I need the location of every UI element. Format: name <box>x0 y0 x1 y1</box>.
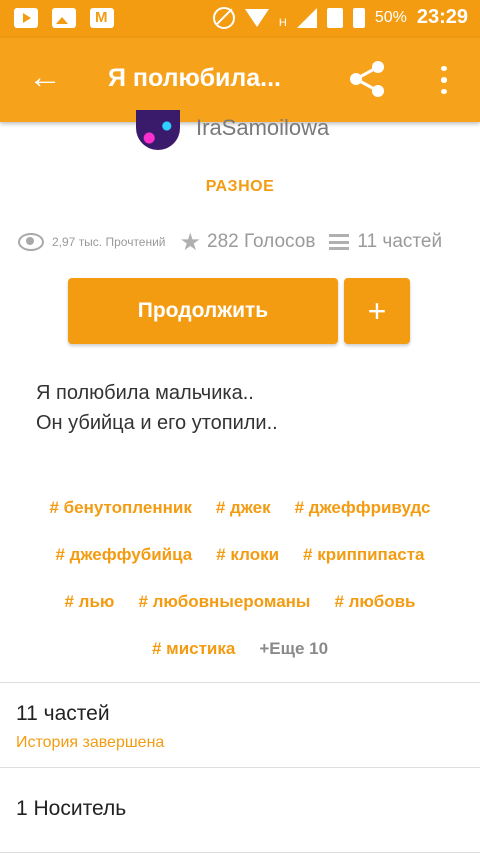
tag[interactable]: # любовь <box>334 592 415 612</box>
app-bar: ← Я полюбила... <box>0 38 480 122</box>
parts-section-title[interactable]: 11 частей <box>16 702 110 726</box>
tag[interactable]: # джек <box>216 498 271 518</box>
tag-row: # мистика +Еще 10 <box>0 625 480 672</box>
divider <box>0 682 480 683</box>
tag-row: # лью # любовныероманы # любовь <box>0 578 480 625</box>
category-label[interactable]: РАЗНОЕ <box>0 178 480 196</box>
battery-icon <box>352 7 365 28</box>
list-icon <box>329 234 350 250</box>
tag[interactable]: # клоки <box>216 545 279 565</box>
author-name[interactable]: IraSamoilowa <box>196 115 329 141</box>
eye-icon <box>18 233 44 251</box>
tag-row: # бенутопленник # джек # джеффривудс <box>0 484 480 531</box>
share-icon[interactable] <box>346 58 388 100</box>
tag[interactable]: # джеффубийца <box>55 545 192 565</box>
divider <box>0 767 480 768</box>
story-description: Я полюбила мальчика.. Он убийца и его ут… <box>36 378 278 438</box>
reads-stat: 2,97 тыс. Прочтений <box>18 233 180 251</box>
sim-icon <box>326 7 343 28</box>
mail-icon <box>90 8 114 28</box>
tag[interactable]: # лью <box>65 592 115 612</box>
tag[interactable]: # джеффривудс <box>295 498 431 518</box>
parts-count: 11 частей <box>357 231 443 252</box>
gallery-icon <box>52 8 76 28</box>
more-vertical-icon[interactable] <box>434 66 454 94</box>
tag-row: # джеффубийца # клоки # криппипаста <box>0 531 480 578</box>
tag[interactable]: # бенутопленник <box>49 498 191 518</box>
clock: 23:29 <box>416 6 468 28</box>
continue-reading-button[interactable]: Продолжить <box>68 278 338 344</box>
votes-count: 282 Голосов <box>207 231 316 252</box>
story-status: История завершена <box>16 734 165 751</box>
parts-stat: 11 частей <box>329 231 442 253</box>
reads-count: 2,97 тыс. Прочтений <box>52 235 166 249</box>
tag[interactable]: # мистика <box>152 639 235 659</box>
votes-stat: ★ 282 Голосов <box>180 228 330 257</box>
status-bar: H 50% 23:29 <box>0 0 480 38</box>
youtube-icon <box>14 8 38 28</box>
story-title: Я полюбила... <box>108 64 281 92</box>
battery-percent: 50% <box>374 8 407 26</box>
description-line: Он убийца и его утопили.. <box>36 412 278 434</box>
media-section-title[interactable]: 1 Носитель <box>16 797 126 821</box>
tag-list: # бенутопленник # джек # джеффривудс # д… <box>0 484 480 672</box>
tag[interactable]: # криппипаста <box>303 545 424 565</box>
signal-icon <box>296 7 317 28</box>
story-stats: 2,97 тыс. Прочтений ★ 282 Голосов 11 час… <box>18 228 468 257</box>
description-line: Я полюбила мальчика.. <box>36 382 254 404</box>
back-arrow-icon[interactable]: ← <box>28 60 62 94</box>
author-avatar[interactable] <box>136 110 180 150</box>
no-disturb-icon <box>212 6 235 29</box>
star-icon: ★ <box>179 228 202 256</box>
add-to-library-button[interactable]: + <box>344 278 410 344</box>
network-type: H <box>278 17 287 29</box>
tag[interactable]: # любовныероманы <box>138 592 310 612</box>
wifi-icon <box>244 8 269 27</box>
more-tags-link[interactable]: +Еще 10 <box>259 639 328 659</box>
divider <box>0 852 480 853</box>
